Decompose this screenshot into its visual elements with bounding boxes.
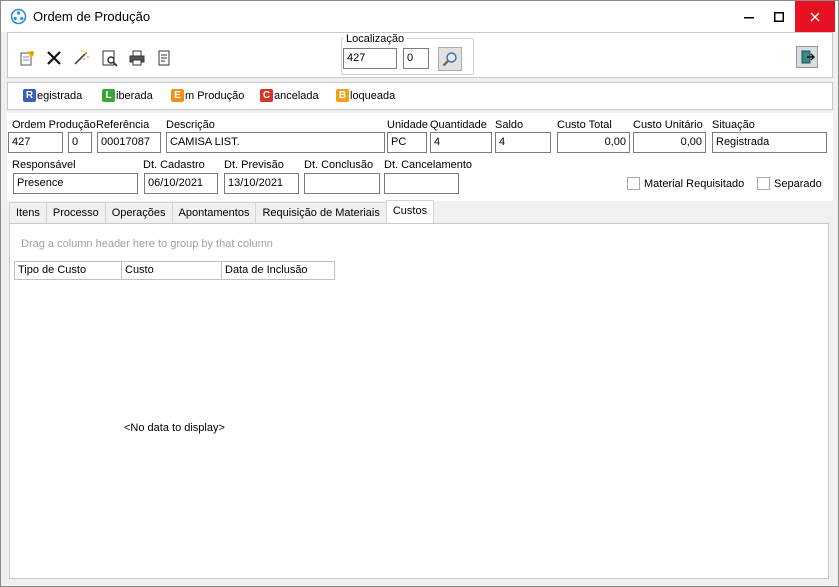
app-icon (10, 8, 27, 25)
exit-door-icon (801, 50, 815, 64)
toolbar: Localização 427 0 (7, 32, 833, 78)
dt-previsao-label: Dt. Previsão (224, 159, 284, 171)
tab-itens[interactable]: Itens (9, 202, 47, 223)
close-icon (810, 12, 820, 21)
dt-cancelamento-field[interactable] (384, 173, 459, 194)
document-icon[interactable] (155, 49, 173, 67)
exit-button[interactable] (796, 46, 818, 68)
dt-previsao-field[interactable]: 13/10/2021 (224, 173, 299, 194)
separado-label: Separado (774, 178, 822, 190)
status-legend-bar: Registrada Liberada Em Produção Cancelad… (7, 82, 833, 110)
tab-requisicao-materiais[interactable]: Requisição de Materiais (255, 202, 387, 223)
quantidade-label: Quantidade (430, 119, 487, 131)
dt-conclusao-label: Dt. Conclusão (304, 159, 374, 171)
group-by-area[interactable]: Drag a column header here to group by th… (10, 224, 828, 260)
dt-cancelamento-label: Dt. Cancelamento (384, 159, 473, 171)
ordem-producao-label: Ordem Produção (12, 119, 96, 131)
window-title: Ordem de Produção (33, 9, 151, 24)
empty-grid-message: <No data to display> (124, 422, 225, 434)
responsavel-label: Responsável (12, 159, 76, 171)
status-square-icon: E (171, 89, 184, 102)
dt-cadastro-label: Dt. Cadastro (143, 159, 205, 171)
maximize-button[interactable] (763, 1, 795, 32)
custo-total-label: Custo Total (557, 119, 612, 131)
localizacao-seq-input[interactable]: 0 (403, 48, 429, 69)
dt-conclusao-field[interactable] (304, 173, 380, 194)
unidade-field[interactable]: PC (387, 132, 427, 153)
ordem-seq-field[interactable]: 0 (68, 132, 92, 153)
print-icon[interactable] (128, 49, 146, 67)
localizacao-input[interactable]: 427 (343, 48, 397, 69)
custos-panel: Drag a column header here to group by th… (9, 223, 829, 579)
column-header-tipo-custo[interactable]: Tipo de Custo (14, 262, 122, 280)
delete-icon[interactable] (45, 49, 63, 67)
separado-checkbox[interactable] (757, 177, 770, 190)
status-square-icon: C (260, 89, 273, 102)
custo-total-field[interactable]: 0,00 (557, 132, 630, 153)
descricao-label: Descrição (166, 119, 215, 131)
saldo-field[interactable]: 4 (495, 132, 551, 153)
status-registrada: Registrada (23, 89, 82, 102)
column-header-data-inclusao[interactable]: Data de Inclusão (222, 262, 335, 280)
new-record-icon[interactable] (18, 49, 36, 67)
referencia-field[interactable]: 00017087 (97, 132, 161, 153)
tab-strip: Itens Processo Operações Apontamentos Re… (9, 200, 435, 224)
tab-apontamentos[interactable]: Apontamentos (171, 202, 257, 223)
status-label: m Produção (185, 89, 245, 102)
status-square-icon: R (23, 89, 36, 102)
tab-custos[interactable]: Custos (385, 200, 435, 223)
search-icon (442, 52, 457, 67)
title-bar: Ordem de Produção (1, 1, 838, 32)
minimize-button[interactable] (733, 1, 765, 32)
dt-cadastro-field[interactable]: 06/10/2021 (144, 173, 218, 194)
search-button[interactable] (438, 47, 462, 71)
status-label: egistrada (37, 89, 83, 102)
status-liberada: Liberada (102, 89, 153, 102)
minimize-icon (744, 16, 754, 18)
material-requisitado-label: Material Requisitado (644, 178, 745, 190)
descricao-field[interactable]: CAMISA LIST. (166, 132, 385, 153)
status-label: loqueada (350, 89, 396, 102)
saldo-label: Saldo (495, 119, 524, 131)
grid-header: Tipo de Custo Custo Data de Inclusão (14, 261, 335, 280)
material-requisitado-checkbox[interactable] (627, 177, 640, 190)
quantidade-field[interactable]: 4 (430, 132, 492, 153)
localizacao-label: Localização (344, 33, 407, 45)
window: Ordem de Produção Localização 427 0 R eg… (0, 0, 839, 587)
close-button[interactable] (795, 1, 835, 32)
status-square-icon: L (102, 89, 115, 102)
column-header-custo[interactable]: Custo (122, 262, 222, 280)
tab-processo[interactable]: Processo (45, 202, 106, 223)
status-label: ancelada (274, 89, 319, 102)
custo-unitario-label: Custo Unitário (633, 119, 703, 131)
tab-operacoes[interactable]: Operações (104, 202, 173, 223)
custo-unitario-field[interactable]: 0,00 (633, 132, 706, 153)
clear-wand-icon[interactable] (72, 49, 90, 67)
unidade-label: Unidade (387, 119, 428, 131)
status-cancelada: Cancelada (260, 89, 319, 102)
status-bloqueada: Bloqueada (336, 89, 395, 102)
order-form: Ordem Produção Referência Descrição Unid… (7, 113, 833, 201)
status-square-icon: B (336, 89, 349, 102)
ordem-producao-field[interactable]: 427 (8, 132, 63, 153)
maximize-icon (774, 11, 784, 22)
responsavel-field[interactable]: Presence (13, 173, 138, 194)
status-em-producao: Em Produção (171, 89, 244, 102)
situacao-label: Situação (712, 119, 755, 131)
referencia-label: Referência (96, 119, 150, 131)
status-label: iberada (116, 89, 153, 102)
print-preview-icon[interactable] (101, 49, 119, 67)
situacao-field[interactable]: Registrada (712, 132, 827, 153)
